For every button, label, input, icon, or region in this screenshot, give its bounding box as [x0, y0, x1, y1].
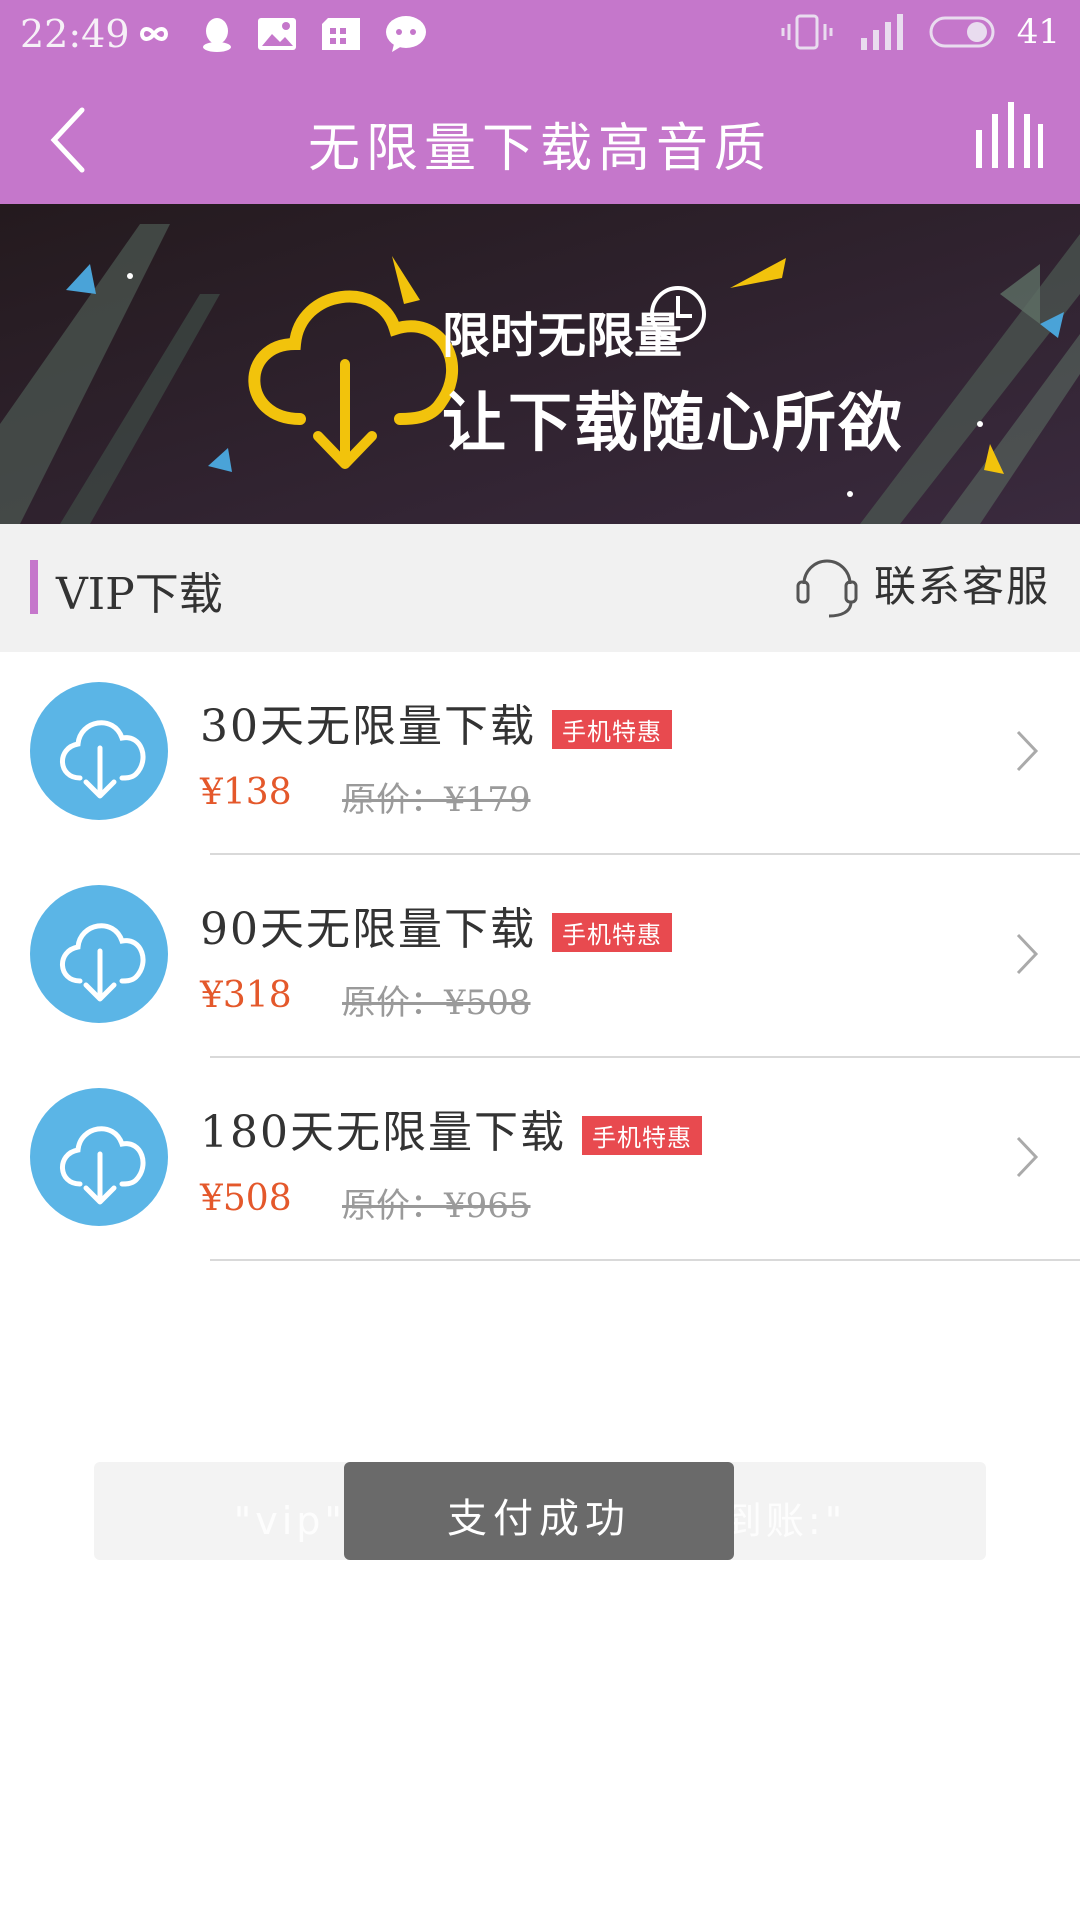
plan-item-180[interactable]: 180天无限量下载 手机特惠 ¥508 原价：¥965	[0, 1058, 1080, 1261]
toast-text: 支付成功	[447, 1496, 631, 1542]
signal-icon	[860, 14, 903, 50]
plan-price: ¥138	[200, 772, 292, 813]
plan-original-price: 原价：¥965	[342, 1186, 531, 1226]
section-accent-bar	[30, 560, 38, 614]
promo-banner[interactable]: 限时无限量 让下载随心所欲	[0, 204, 1080, 524]
plan-price: ¥508	[200, 1178, 292, 1219]
payment-success-toast: 支付成功	[344, 1462, 734, 1560]
plan-name: 90天无限量下载 手机特惠	[200, 893, 672, 957]
sim-card-icon	[322, 18, 360, 50]
chevron-right-icon	[1016, 1136, 1039, 1178]
status-bar: 22:49 41	[0, 0, 1080, 70]
chat-icon	[386, 16, 426, 52]
plan-price: ¥318	[200, 975, 292, 1016]
qq-icon	[203, 18, 231, 52]
plan-name: 180天无限量下载 手机特惠	[200, 1096, 702, 1160]
toggle-icon	[929, 16, 995, 48]
banner-line2: 让下载随心所欲	[442, 387, 904, 461]
contact-service-button[interactable]: 联系客服	[794, 548, 1050, 618]
headset-icon	[796, 559, 858, 618]
status-time: 22:49	[20, 12, 130, 56]
notification-icons	[130, 14, 428, 54]
contact-service-label: 联系客服	[873, 561, 1050, 611]
divider	[210, 1259, 1080, 1261]
plan-original-price: 原价：¥508	[342, 983, 531, 1023]
discount-badge: 手机特惠	[581, 1116, 702, 1155]
battery-level: 41	[1016, 12, 1060, 52]
discount-badge: 手机特惠	[552, 913, 672, 952]
plan-name: 30天无限量下载 手机特惠	[200, 690, 672, 754]
plan-item-30[interactable]: 30天无限量下载 手机特惠 ¥138 原价：¥179	[0, 652, 1080, 855]
discount-badge: 手机特惠	[552, 710, 672, 749]
plan-list: 30天无限量下载 手机特惠 ¥138 原价：¥179 90天无限量下载 手机特惠 ¥…	[0, 652, 1080, 1261]
vibrate-icon	[781, 14, 833, 50]
title-bar: 无限量下载高音质	[0, 70, 1080, 204]
plan-item-90[interactable]: 90天无限量下载 手机特惠 ¥318 原价：¥508	[0, 855, 1080, 1058]
infinity-icon	[139, 27, 169, 41]
music-bars-icon[interactable]	[972, 100, 1044, 172]
image-icon	[258, 18, 296, 50]
cloud-download-icon	[30, 682, 168, 820]
cloud-download-icon	[30, 1088, 168, 1226]
status-right: 41	[781, 12, 1060, 52]
section-title: VIP下载	[56, 569, 223, 620]
banner-line1: 限时无限量	[442, 308, 683, 364]
section-header: VIP下载 联系客服	[0, 524, 1080, 652]
chevron-right-icon	[1016, 933, 1039, 975]
page-title: 无限量下载高音质	[307, 119, 772, 179]
cloud-download-icon	[30, 885, 168, 1023]
plan-original-price: 原价：¥179	[342, 780, 531, 820]
chevron-right-icon	[1016, 730, 1039, 772]
